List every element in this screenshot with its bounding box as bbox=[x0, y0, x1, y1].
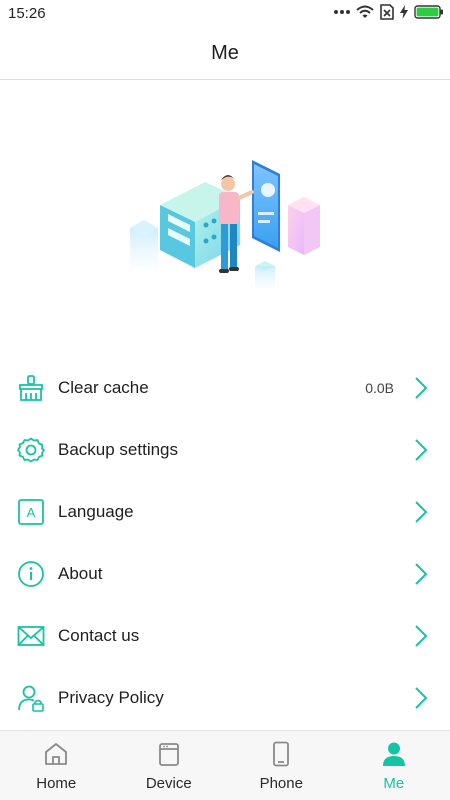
user-lock-icon bbox=[18, 685, 44, 712]
menu-item-backup-settings[interactable]: Backup settings bbox=[0, 419, 450, 481]
app-header: Me bbox=[0, 28, 450, 80]
menu-item-privacy-policy[interactable]: Privacy Policy bbox=[0, 667, 450, 729]
language-icon: A bbox=[18, 499, 44, 525]
chevron-right-icon bbox=[415, 439, 428, 461]
nav-label: Me bbox=[383, 775, 405, 792]
gear-icon bbox=[17, 437, 45, 463]
cache-size-value: 0.0B bbox=[365, 380, 394, 396]
status-icons bbox=[334, 4, 444, 20]
nav-label: Phone bbox=[259, 775, 303, 792]
page-title: Me bbox=[211, 42, 239, 64]
settings-menu: Clear cache 0.0B Backup settings A Langu… bbox=[0, 357, 450, 729]
menu-item-about[interactable]: About bbox=[0, 543, 450, 605]
nav-item-me[interactable]: Me bbox=[338, 731, 450, 800]
menu-label: Language bbox=[58, 502, 134, 521]
more-dots-icon bbox=[334, 10, 350, 14]
backup-illustration bbox=[130, 160, 320, 288]
nav-item-home[interactable]: Home bbox=[0, 731, 113, 800]
phone-icon bbox=[273, 741, 290, 767]
nav-label: Home bbox=[36, 775, 77, 792]
chevron-right-icon bbox=[415, 563, 428, 585]
menu-label: Contact us bbox=[58, 626, 140, 645]
chevron-right-icon bbox=[415, 501, 428, 523]
hero-illustration bbox=[120, 150, 330, 290]
menu-label: Privacy Policy bbox=[58, 688, 164, 707]
charging-icon bbox=[400, 5, 408, 19]
chevron-right-icon bbox=[415, 377, 428, 399]
nav-item-phone[interactable]: Phone bbox=[225, 731, 338, 800]
home-icon bbox=[45, 743, 68, 765]
nav-label: Device bbox=[145, 775, 192, 792]
nav-item-device[interactable]: Device bbox=[113, 731, 226, 800]
broom-icon bbox=[19, 375, 43, 401]
device-icon bbox=[158, 743, 179, 766]
bottom-nav: Home Device Phone Me bbox=[0, 730, 450, 800]
chevron-right-icon bbox=[415, 687, 428, 709]
status-bar: 15:26 bbox=[0, 0, 450, 28]
info-icon bbox=[18, 561, 44, 587]
menu-item-language[interactable]: A Language bbox=[0, 481, 450, 543]
chevron-right-icon bbox=[415, 625, 428, 647]
menu-item-contact-us[interactable]: Contact us bbox=[0, 605, 450, 667]
menu-label: Clear cache bbox=[58, 378, 149, 397]
mail-icon bbox=[17, 626, 45, 646]
menu-item-clear-cache[interactable]: Clear cache 0.0B bbox=[0, 357, 450, 419]
menu-label: About bbox=[58, 564, 103, 583]
person-icon bbox=[382, 742, 405, 766]
sim-off-icon bbox=[380, 4, 394, 20]
svg-text:A: A bbox=[27, 505, 36, 520]
menu-label: Backup settings bbox=[58, 440, 179, 459]
battery-icon bbox=[414, 5, 443, 19]
status-time: 15:26 bbox=[8, 5, 46, 22]
wifi-icon bbox=[356, 5, 374, 18]
